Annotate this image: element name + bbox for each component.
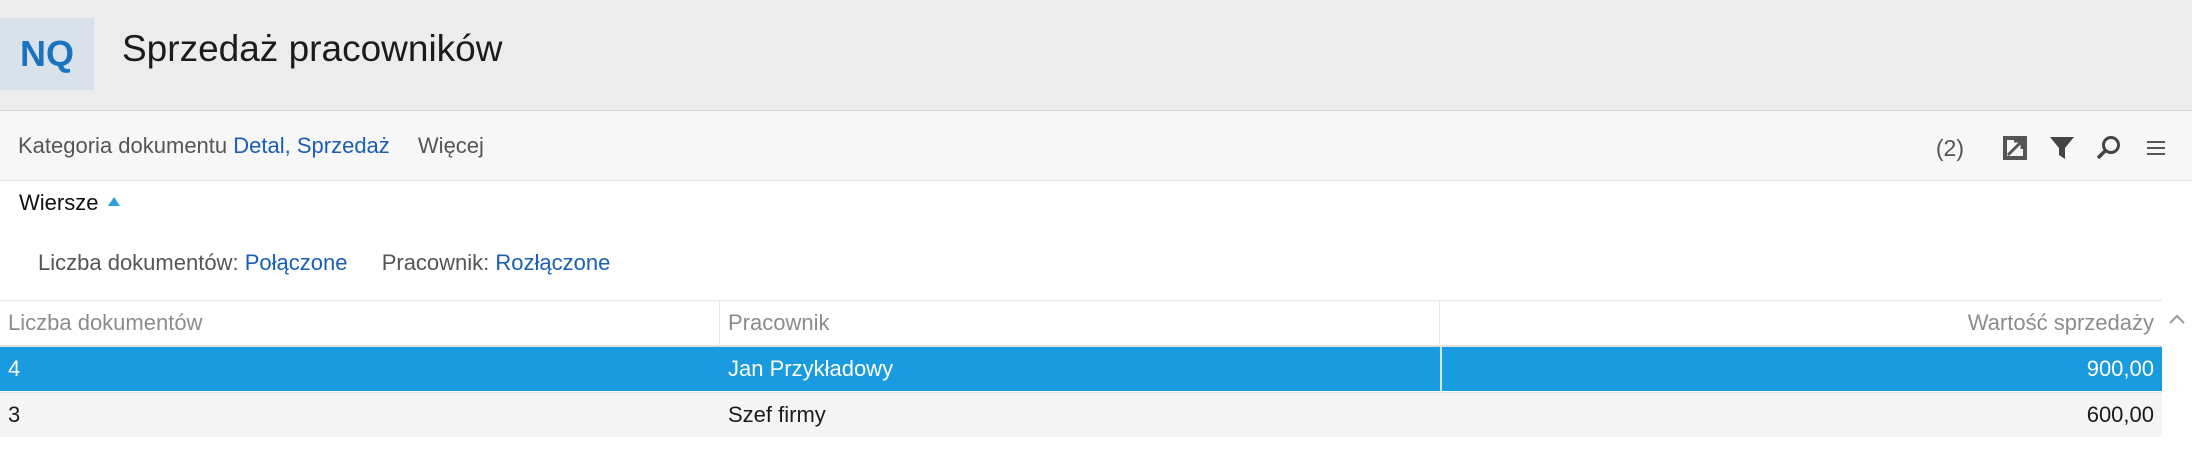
data-table: Liczba dokumentów Pracownik Wartość sprz… bbox=[0, 300, 2192, 456]
grouping-bar: Liczba dokumentów: Połączone Pracownik: … bbox=[38, 250, 610, 276]
group-value-documents[interactable]: Połączone bbox=[245, 250, 348, 275]
cell-sales-value: 900,00 bbox=[1440, 347, 2162, 391]
page-title: Sprzedaż pracowników bbox=[122, 28, 503, 69]
more-filters-link[interactable]: Więcej bbox=[418, 133, 484, 158]
cell-employee: Jan Przykładowy bbox=[728, 356, 894, 381]
collapse-caret-icon bbox=[108, 196, 121, 206]
rows-section-toggle[interactable]: Wiersze bbox=[19, 190, 121, 216]
category-label: Kategoria dokumentu bbox=[18, 133, 228, 158]
scroll-up-icon[interactable] bbox=[2166, 308, 2188, 330]
group-label-documents: Liczba dokumentów: bbox=[38, 250, 239, 275]
category-value-link[interactable]: Detal, Sprzedaż bbox=[233, 133, 390, 158]
cell-document-count: 4 bbox=[8, 356, 21, 381]
column-header-document-count[interactable]: Liczba dokumentów bbox=[0, 301, 720, 345]
cell-employee: Szef firmy bbox=[728, 402, 826, 427]
table-header: Liczba dokumentów Pracownik Wartość sprz… bbox=[0, 300, 2162, 348]
menu-icon[interactable] bbox=[2142, 134, 2170, 162]
column-header-employee[interactable]: Pracownik bbox=[720, 301, 1440, 345]
filter-summary: Kategoria dokumentu Detal, Sprzedaż Więc… bbox=[18, 133, 484, 159]
table-row[interactable]: 3 Szef firmy 600,00 bbox=[0, 392, 2162, 437]
page-header: NQ Sprzedaż pracowników bbox=[0, 0, 2192, 111]
filter-count: (2) bbox=[1935, 134, 1964, 161]
rows-section-label: Wiersze bbox=[19, 190, 99, 215]
app-badge: NQ bbox=[0, 18, 94, 90]
toolbar: (2) bbox=[1936, 134, 2170, 162]
cell-document-count: 3 bbox=[8, 402, 21, 427]
expand-icon[interactable] bbox=[2001, 134, 2029, 162]
filter-bar: Kategoria dokumentu Detal, Sprzedaż Więc… bbox=[0, 111, 2192, 181]
filter-icon[interactable] bbox=[2048, 134, 2076, 162]
group-value-employee[interactable]: Rozłączone bbox=[495, 250, 610, 275]
cell-sales-value: 600,00 bbox=[2086, 402, 2154, 427]
column-header-sales-value[interactable]: Wartość sprzedaży bbox=[1440, 301, 2162, 345]
search-icon[interactable] bbox=[2095, 134, 2123, 162]
group-label-employee: Pracownik: bbox=[381, 250, 490, 275]
table-row[interactable]: 4 Jan Przykładowy 900,00 bbox=[0, 347, 2162, 391]
